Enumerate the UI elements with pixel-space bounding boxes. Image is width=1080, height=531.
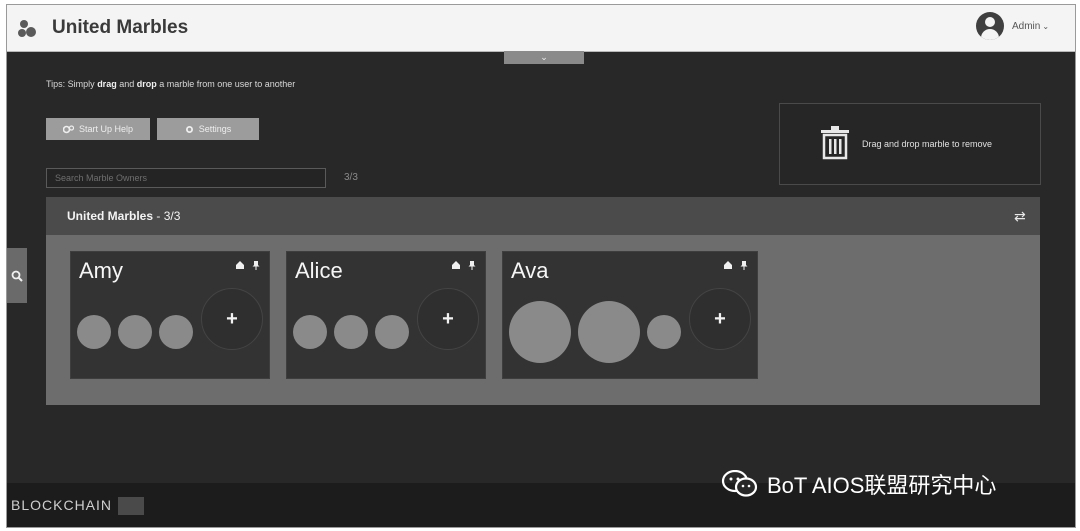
- search-icon: [11, 270, 23, 282]
- marble-large[interactable]: [578, 301, 640, 363]
- settings-button[interactable]: Settings: [157, 118, 259, 140]
- owner-card-actions: [723, 260, 749, 270]
- pin-icon[interactable]: [739, 260, 749, 270]
- group-name: United Marbles: [67, 209, 154, 223]
- owner-card[interactable]: Ava +: [502, 251, 758, 379]
- marble-small[interactable]: [375, 315, 409, 349]
- add-marble-button[interactable]: +: [417, 288, 479, 350]
- chevron-down-icon: ⌄: [1042, 22, 1050, 31]
- add-marble-button[interactable]: +: [201, 288, 263, 350]
- plus-icon: +: [714, 307, 726, 330]
- marble-small[interactable]: [118, 315, 152, 349]
- footer-logo-block: [118, 497, 145, 516]
- admin-user-menu[interactable]: Admin ⌄: [1012, 21, 1049, 32]
- tips-suffix: a marble from one user to another: [156, 79, 296, 89]
- collapse-panel-tab[interactable]: ⌄: [504, 51, 584, 64]
- tips-prefix: Tips: Simply: [46, 79, 98, 89]
- swap-arrows-icon[interactable]: ⇄: [1014, 208, 1026, 225]
- owner-name: Alice: [295, 258, 343, 283]
- group-count: 3/3: [163, 209, 181, 223]
- wechat-icon: [721, 470, 758, 497]
- top-header: United Marbles Admin ⌄: [7, 5, 1075, 52]
- app-title: United Marbles: [52, 17, 189, 38]
- marbles-logo-icon: [18, 20, 36, 37]
- home-icon[interactable]: [235, 260, 245, 270]
- owner-card[interactable]: Amy +: [70, 251, 270, 379]
- owner-card[interactable]: Alice +: [286, 251, 486, 379]
- search-marble-owners-input[interactable]: [46, 168, 326, 188]
- footer-brand-text: BLOCKCHAIN: [11, 497, 113, 513]
- group-header: United Marbles - 3/3 ⇄: [46, 197, 1040, 235]
- marble-small[interactable]: [334, 315, 368, 349]
- side-search-tab[interactable]: [7, 248, 27, 303]
- owner-name: Ava: [511, 258, 549, 283]
- marble-large[interactable]: [509, 301, 571, 363]
- owners-panel: Amy + Alice + Ava +: [46, 235, 1040, 405]
- user-avatar-icon[interactable]: [976, 12, 1004, 40]
- watermark-text: BoT AIOS联盟研究中心: [767, 473, 997, 498]
- group-title: United Marbles - 3/3: [67, 209, 180, 223]
- trash-icon: [821, 126, 849, 160]
- tips-text: Tips: Simply drag and drop a marble from…: [46, 79, 295, 89]
- watermark: BoT AIOS联盟研究中心: [721, 468, 996, 500]
- owner-name: Amy: [79, 258, 123, 283]
- add-marble-button[interactable]: +: [689, 288, 751, 350]
- start-up-help-button[interactable]: Start Up Help: [46, 118, 150, 140]
- trash-label: Drag and drop marble to remove: [862, 139, 993, 149]
- marble-small[interactable]: [293, 315, 327, 349]
- home-icon[interactable]: [451, 260, 461, 270]
- marble-small[interactable]: [159, 315, 193, 349]
- group-separator: -: [153, 209, 164, 223]
- owner-card-actions: [235, 260, 261, 270]
- tips-drag: drag: [97, 79, 117, 89]
- tips-middle: and: [116, 79, 137, 89]
- home-icon[interactable]: [723, 260, 733, 270]
- footer-brand: BLOCKCHAIN: [11, 497, 145, 516]
- marble-small[interactable]: [647, 315, 681, 349]
- owner-card-actions: [451, 260, 477, 270]
- pin-icon[interactable]: [467, 260, 477, 270]
- chevron-down-icon: ⌄: [540, 52, 548, 62]
- pin-icon[interactable]: [251, 260, 261, 270]
- cogs-icon: [62, 124, 74, 133]
- trash-drop-zone[interactable]: Drag and drop marble to remove: [779, 103, 1041, 185]
- settings-label: Settings: [198, 124, 232, 134]
- search-result-count: 3/3: [344, 172, 358, 183]
- marble-small[interactable]: [77, 315, 111, 349]
- tips-drop: drop: [136, 79, 157, 89]
- plus-icon: +: [442, 307, 454, 330]
- plus-icon: +: [226, 307, 238, 330]
- gear-icon: [185, 125, 193, 133]
- start-up-help-label: Start Up Help: [78, 124, 134, 134]
- admin-menu-label: Admin: [1012, 21, 1041, 32]
- app-window: United Marbles Admin ⌄ ⌄ Tips: Simply dra…: [6, 4, 1076, 528]
